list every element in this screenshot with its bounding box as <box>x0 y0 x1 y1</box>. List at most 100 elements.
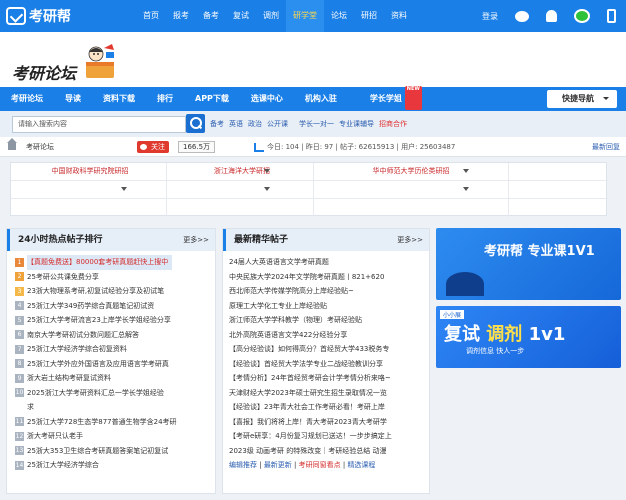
list-item[interactable]: 天津财经大学2023年硕士研究生招生录取情况一览 <box>229 386 429 401</box>
site-logo[interactable]: 考研帮 <box>6 6 71 26</box>
list-item-continued[interactable]: 求 <box>15 400 215 415</box>
search-tag[interactable]: 政治 <box>248 119 262 129</box>
post-title[interactable]: 25考研公共课免费分享 <box>27 270 99 285</box>
footer-link[interactable]: 考研同窗看点 <box>299 461 341 469</box>
school-link[interactable]: 华中师范大学历伦类研招 <box>316 163 506 180</box>
list-item[interactable]: 【经验谈】23年青大社会工作考研必看！考研上岸 <box>229 400 429 415</box>
login-link[interactable]: 登录 <box>482 11 498 22</box>
post-title[interactable]: 25浙江大学考研流言23上岸学长学姐经验分享 <box>27 313 171 328</box>
post-title[interactable]: 25浙江大学728生态学877普通生物学含24考研 <box>27 415 177 430</box>
chevron-down-icon[interactable] <box>121 187 127 194</box>
list-item[interactable]: 24届人大英语语言文学考研真题 <box>229 255 429 270</box>
newest-replies-link[interactable]: 最新回复 <box>592 137 620 157</box>
ad-banner-1v1[interactable]: 考研帮 专业课1V1 <box>436 228 621 300</box>
ad-banner-adjustment[interactable]: 小小展 复试 调剂 1v1 调剂信息 快人一步 <box>436 306 621 368</box>
search-tag[interactable]: 英语 <box>229 119 243 129</box>
list-item[interactable]: 8 25浙江大学外应外国语言及应用语言学考研真 <box>15 357 215 372</box>
list-item[interactable]: 【高分经验谈】如何得高分？首经贸大学433税务专 <box>229 342 429 357</box>
main-nav-item[interactable]: 学长学姐 NEW <box>348 86 424 111</box>
post-title[interactable]: 求 <box>27 400 34 415</box>
list-item[interactable]: 北外高院英语语言文学422分经验分享 <box>229 328 429 343</box>
main-nav-item[interactable]: 考研论坛 <box>0 87 54 111</box>
top-nav-item[interactable]: 报考 <box>166 0 196 32</box>
list-item[interactable]: 6 南京大学考研初试分数问题汇总解答 <box>15 328 215 343</box>
post-title[interactable]: 25浙江大学外应外国语言及应用语言学考研真 <box>27 357 169 372</box>
list-item[interactable]: 14 25浙江大学经济学综合 <box>15 458 215 473</box>
list-item[interactable]: 3 23浙大物理系考研,初复试经验分享及初试笔 <box>15 284 215 299</box>
list-item[interactable]: 7 25浙江大学经济学综合初复资料 <box>15 342 215 357</box>
post-title[interactable]: 25浙大353卫生综合考研真题答案笔记初复试 <box>27 444 168 459</box>
quick-nav-dropdown[interactable]: 快捷导航 <box>547 90 617 108</box>
post-title[interactable]: 25浙江大学经济学综合初复资料 <box>27 342 127 357</box>
list-item[interactable]: 【喜报】我们将将上岸！青大考研2023青大考研学 <box>229 415 429 430</box>
post-title[interactable]: 25浙江大学经济学综合 <box>27 458 99 473</box>
main-nav-item[interactable]: APP下载 <box>184 87 240 111</box>
main-nav-item[interactable]: 机构入驻 <box>294 87 348 111</box>
wechat-icon[interactable] <box>574 9 590 23</box>
list-item[interactable]: 【考情分析】24年首经贸考研会计学考情分析来咯~ <box>229 371 429 386</box>
chevron-down-icon[interactable] <box>463 169 469 176</box>
post-title[interactable]: 【真题免费送】80000套考研真题赶快上搜中 <box>27 255 173 270</box>
chevron-down-icon[interactable] <box>264 169 270 176</box>
main-nav-item[interactable]: 资料下载 <box>92 87 146 111</box>
search-tag[interactable]: 公开课 <box>267 119 288 129</box>
list-item[interactable]: 西北师范大学传媒学院高分上岸经验贴~ <box>229 284 429 299</box>
list-item[interactable]: 5 25浙江大学考研流言23上岸学长学姐经验分享 <box>15 313 215 328</box>
top-nav-item[interactable]: 研招 <box>354 0 384 32</box>
list-item[interactable]: 2 25考研公共课免费分享 <box>15 270 215 285</box>
search-tag-highlight[interactable]: 招商合作 <box>379 119 407 129</box>
search-tag[interactable]: 学长一对一 <box>299 119 334 129</box>
top-nav-item[interactable]: 调剂 <box>256 0 286 32</box>
list-item[interactable]: 10 2025浙江大学考研资料汇总一学长学姐经验 <box>15 386 215 401</box>
footer-link[interactable]: 最新更新 <box>264 461 292 469</box>
top-nav-item[interactable]: 复试 <box>226 0 256 32</box>
ad-tag: 小小展 <box>440 310 465 319</box>
post-title[interactable]: 23浙大物理系考研,初复试经验分享及初试笔 <box>27 284 164 299</box>
main-nav-item[interactable]: 导读 <box>54 87 92 111</box>
post-title[interactable]: 南京大学考研初试分数问题汇总解答 <box>27 328 139 343</box>
chevron-down-icon[interactable] <box>463 187 469 194</box>
footer-separator: | <box>257 461 264 469</box>
list-item[interactable]: 4 25浙江大学349药学综合真题笔记初试资 <box>15 299 215 314</box>
main-nav-item[interactable]: 排行 <box>146 87 184 111</box>
list-item[interactable]: 13 25浙大353卫生综合考研真题答案笔记初复试 <box>15 444 215 459</box>
breadcrumb[interactable]: 考研论坛 <box>26 137 54 157</box>
new-badge: NEW <box>404 86 422 110</box>
post-title[interactable]: 浙大岩土结构考研复试资料 <box>27 371 111 386</box>
footer-link[interactable]: 编辑推荐 <box>229 461 257 469</box>
search-button[interactable] <box>186 114 205 133</box>
post-title[interactable]: 25浙江大学349药学综合真题笔记初试资 <box>27 299 154 314</box>
list-item[interactable]: 【经验谈】首经贸大学法学专业二战经验教训分享 <box>229 357 429 372</box>
school-link[interactable]: 浙江海洋大学研招 <box>167 163 317 180</box>
bell-icon[interactable] <box>546 10 557 22</box>
more-link[interactable]: 更多>> <box>183 229 209 251</box>
search-input[interactable]: 请输入搜索内容 <box>12 116 186 133</box>
list-item[interactable]: 2023级 动画考研 的特殊改变｜考研经验总结 动漫 <box>229 444 429 459</box>
list-item[interactable]: 原理工大学化工专业上岸经验贴 <box>229 299 429 314</box>
list-item[interactable]: 9 浙大岩土结构考研复试资料 <box>15 371 215 386</box>
list-item[interactable]: 中央民族大学2024年文学院考研真题丨821+620 <box>229 270 429 285</box>
home-icon[interactable] <box>7 138 17 150</box>
list-item[interactable]: 11 25浙江大学728生态学877普通生物学含24考研 <box>15 415 215 430</box>
phone-icon[interactable] <box>607 9 616 23</box>
main-nav-item[interactable]: 选课中心 <box>240 87 294 111</box>
search-tag[interactable]: 备考 <box>210 119 224 129</box>
list-item[interactable]: 12 浙大考研只认老手 <box>15 429 215 444</box>
follow-button[interactable]: 关注 <box>137 141 169 153</box>
school-link[interactable]: 中国财政科学研究院研招 <box>15 163 165 180</box>
top-nav-item[interactable]: 论坛 <box>324 0 354 32</box>
search-tag[interactable]: 专业课辅导 <box>339 119 374 129</box>
list-item[interactable]: 1 【真题免费送】80000套考研真题赶快上搜中 <box>15 255 215 270</box>
post-title[interactable]: 2025浙江大学考研资料汇总一学长学姐经验 <box>27 386 164 401</box>
top-nav-item[interactable]: 首页 <box>136 0 166 32</box>
more-link[interactable]: 更多>> <box>397 229 423 251</box>
chevron-down-icon[interactable] <box>264 187 270 194</box>
top-nav-item[interactable]: 资料 <box>384 0 414 32</box>
list-item[interactable]: 【考研e研享：4月份复习规划已送达！一步步搞定上 <box>229 429 429 444</box>
top-nav-item-active[interactable]: 研学堂 <box>286 0 324 32</box>
weibo-icon[interactable] <box>515 10 529 22</box>
top-nav-item[interactable]: 备考 <box>196 0 226 32</box>
post-title[interactable]: 浙大考研只认老手 <box>27 429 83 444</box>
list-item[interactable]: 浙江师范大学学科教学（物理）考研经验贴 <box>229 313 429 328</box>
footer-link[interactable]: 精选课程 <box>347 461 375 469</box>
